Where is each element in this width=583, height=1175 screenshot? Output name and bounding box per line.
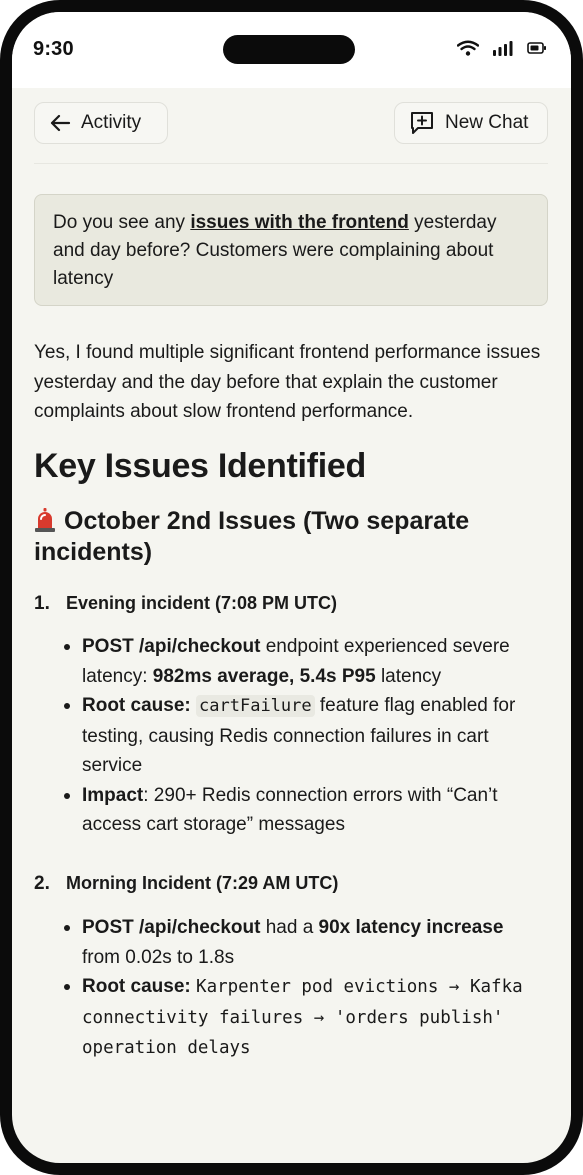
bullet-text: from 0.02s to 1.8s <box>82 946 235 968</box>
arrow-left-icon <box>50 114 71 132</box>
signal-icon <box>493 41 513 56</box>
chat-header: Activity New Chat <box>34 102 548 146</box>
incident-2-bullets: POST /api/checkout had a 90x latency inc… <box>60 913 540 1064</box>
subsection-title: October 2nd Issues (Two separate inciden… <box>34 507 470 566</box>
siren-icon <box>35 508 55 532</box>
battery-icon <box>527 42 546 54</box>
bullet-bold: POST /api/checkout <box>82 636 261 657</box>
list-item: POST /api/checkout endpoint experienced … <box>60 632 540 691</box>
bullet-bold: 90x latency increase <box>318 917 504 938</box>
new-chat-icon <box>411 112 433 134</box>
list-item: Impact: 290+ Redis connection errors wit… <box>60 781 540 840</box>
incident-1-bullets: POST /api/checkout endpoint experienced … <box>60 632 540 840</box>
new-chat-button[interactable]: New Chat <box>394 102 548 144</box>
header-divider <box>34 163 548 164</box>
inline-code: cartFailure <box>196 695 315 717</box>
bullet-bold: 982ms average, 5.4s P95 <box>152 665 376 687</box>
bullet-bold: Root cause: <box>82 695 191 716</box>
bullet-bold: Impact <box>82 784 144 806</box>
back-button[interactable]: Activity <box>34 102 168 144</box>
list-item: Root cause: cartFailure feature flag ena… <box>60 691 540 781</box>
status-time: 9:30 <box>33 38 74 60</box>
bullet-text: : 290+ Redis connection errors with “Can… <box>82 784 498 836</box>
bullet-text: latency <box>375 665 442 687</box>
section-heading: Key Issues Identified <box>34 447 366 485</box>
incident-2-heading: 2. Morning Incident (7:29 AM UTC) <box>34 871 338 896</box>
status-icons <box>457 40 547 56</box>
assistant-intro: Yes, I found multiple significant fronte… <box>34 342 541 422</box>
incident-1-number: 1. <box>34 593 50 614</box>
phone-frame: 9:30 Activity New Chat Do you see any is… <box>0 0 583 1175</box>
back-label: Activity <box>81 112 142 133</box>
bullet-bold: POST /api/checkout <box>82 917 261 938</box>
incident-2-title: Morning Incident (7:29 AM UTC) <box>66 873 339 893</box>
user-message-prefix: Do you see any <box>53 212 191 233</box>
list-item: POST /api/checkout had a 90x latency inc… <box>60 913 540 972</box>
user-message: Do you see any issues with the frontend … <box>34 194 548 306</box>
user-message-emphasis: issues with the frontend <box>190 212 409 233</box>
incident-1-title: Evening incident (7:08 PM UTC) <box>66 593 338 613</box>
new-chat-label: New Chat <box>445 112 529 133</box>
incident-1-heading: 1. Evening incident (7:08 PM UTC) <box>34 591 337 616</box>
status-bar: 9:30 <box>12 12 571 88</box>
screen: 9:30 Activity New Chat Do you see any is… <box>12 12 571 1163</box>
subsection-heading: October 2nd Issues (Two separate inciden… <box>34 506 548 568</box>
wifi-icon <box>457 40 479 56</box>
incident-2-number: 2. <box>34 873 50 894</box>
dynamic-island <box>223 35 355 64</box>
list-item: Root cause: Karpenter pod evictions → Ka… <box>60 972 540 1064</box>
bullet-bold: Root cause: <box>82 976 191 997</box>
bullet-text: had a <box>260 917 319 938</box>
